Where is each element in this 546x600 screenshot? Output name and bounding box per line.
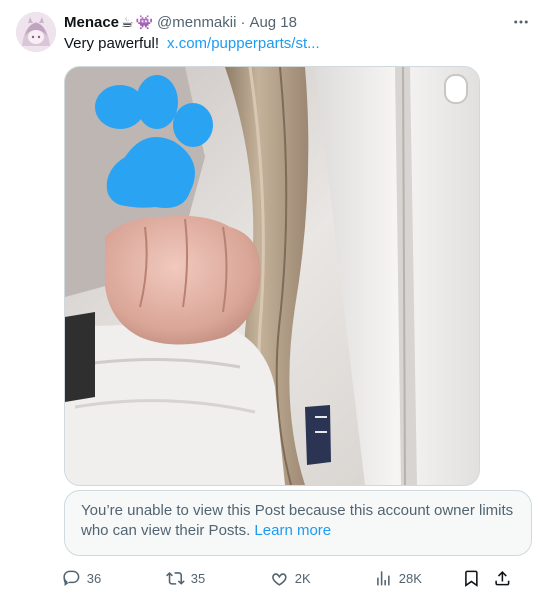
learn-more-link[interactable]: Learn more [254, 522, 331, 539]
post-body: Very pawerful! [64, 35, 160, 52]
post-text: Very pawerful! x.com/pupperparts/st... [64, 34, 320, 54]
share-button[interactable] [493, 569, 512, 588]
separator-dot: · [240, 13, 246, 31]
like-count: 2K [294, 570, 311, 586]
repost-button[interactable]: 35 [166, 569, 270, 588]
coffee-emoji-icon: ☕ [121, 14, 134, 30]
post-date[interactable]: Aug 18 [249, 14, 297, 31]
post-media[interactable] [64, 66, 480, 486]
repost-count: 35 [190, 570, 206, 586]
reply-count: 36 [86, 570, 102, 586]
action-bar: 36 35 2K 28K [62, 567, 532, 589]
views-count: 28K [398, 570, 422, 586]
like-button[interactable]: 2K [270, 569, 374, 588]
post-header: Menace ☕ 👾 @menmakii · Aug 18 [64, 12, 506, 32]
analytics-icon [377, 570, 390, 586]
more-icon [514, 20, 528, 24]
alien-monster-emoji-icon: 👾 [135, 14, 154, 30]
reply-button[interactable]: 36 [62, 569, 166, 588]
more-options-button[interactable] [510, 12, 532, 32]
reply-icon [63, 570, 80, 586]
bookmark-icon [465, 570, 478, 587]
avatar[interactable] [16, 12, 56, 52]
avatar-image [16, 12, 56, 52]
display-name[interactable]: Menace [64, 14, 119, 31]
bookmark-button[interactable] [462, 569, 481, 588]
share-icon [495, 570, 510, 586]
post-link[interactable]: x.com/pupperparts/st... [167, 35, 320, 52]
repost-icon [166, 571, 185, 585]
views-button[interactable]: 28K [374, 569, 476, 588]
restricted-notice: You’re unable to view this Post because … [64, 490, 532, 556]
photo-image [65, 67, 479, 485]
heart-icon [272, 572, 287, 586]
handle[interactable]: @menmakii [157, 14, 236, 31]
